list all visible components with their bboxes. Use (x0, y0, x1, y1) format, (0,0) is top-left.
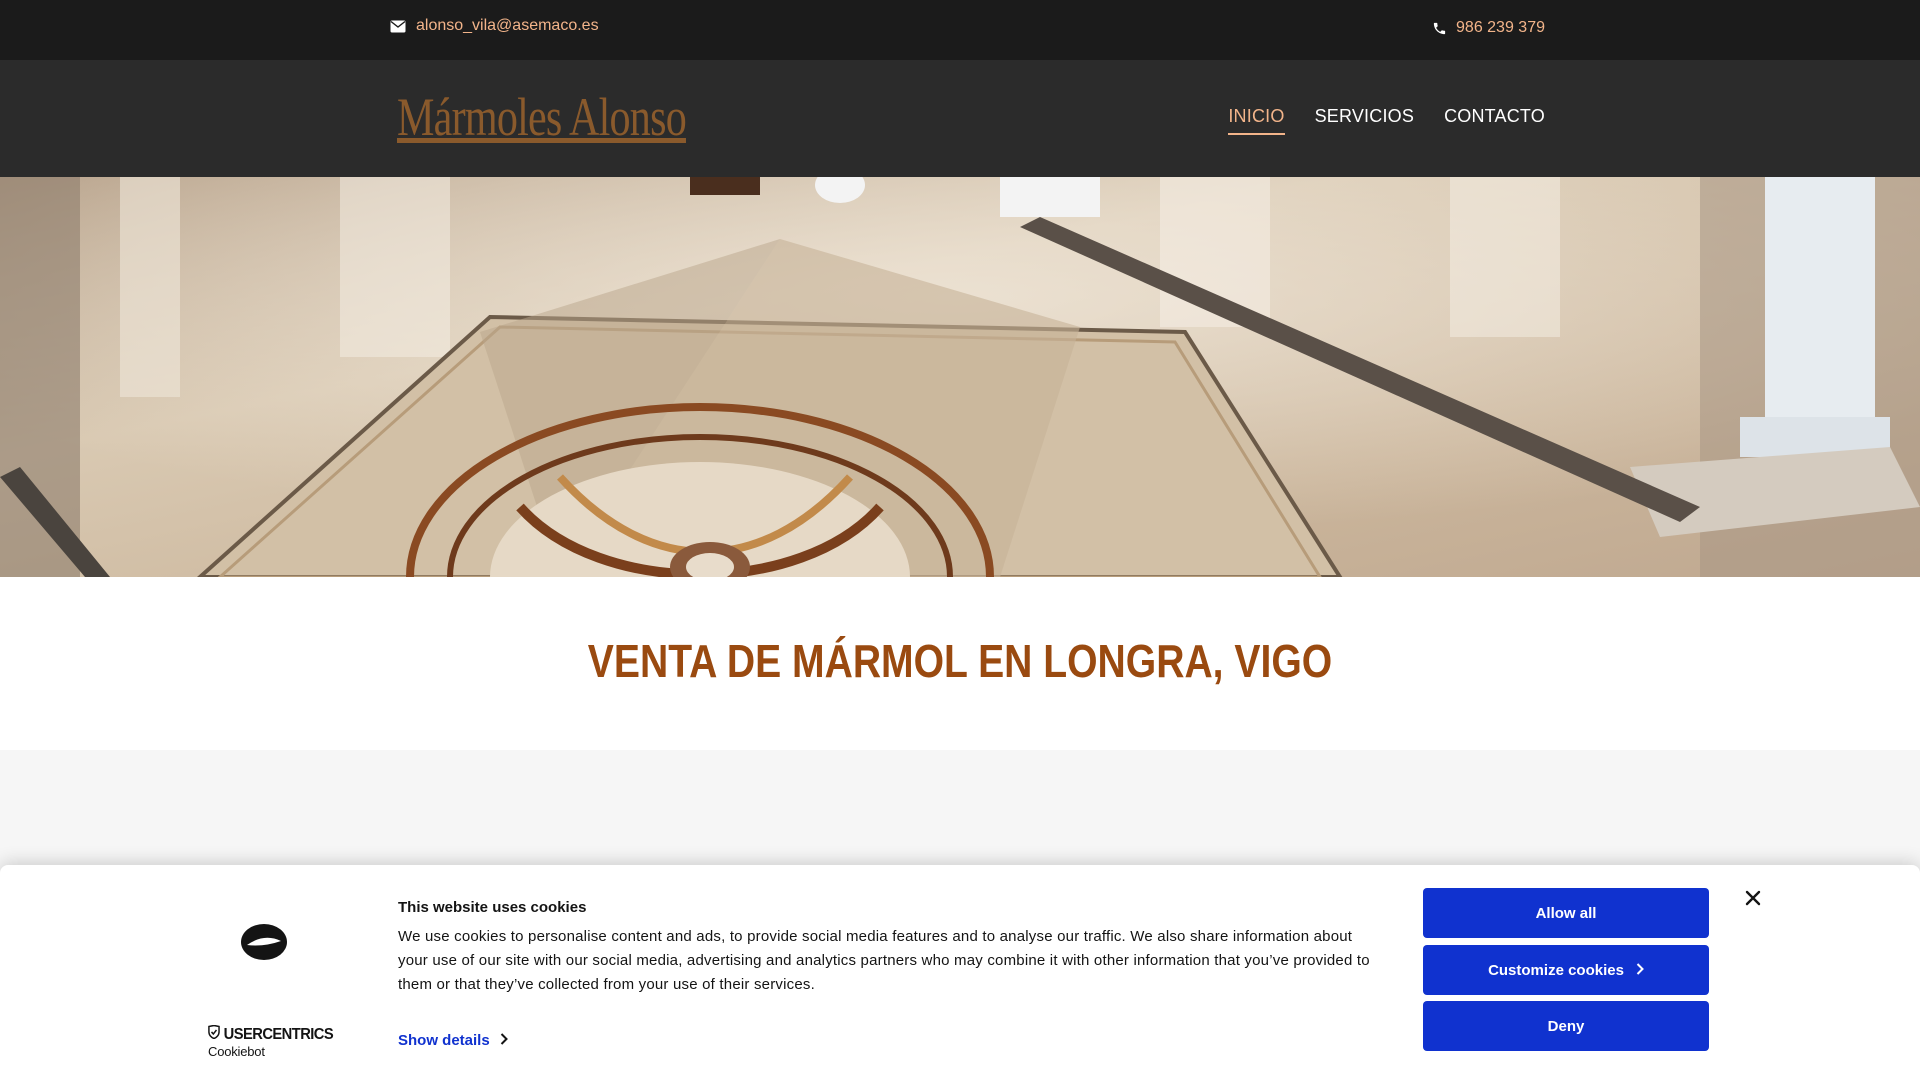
phone-icon (1432, 21, 1447, 36)
customize-label: Customize cookies (1488, 961, 1624, 979)
cookie-title: This website uses cookies (398, 899, 587, 916)
chevron-right-icon (1636, 962, 1644, 979)
nav-item-inicio[interactable]: INICIO (1228, 106, 1285, 135)
phone-link[interactable]: 986 239 379 (1432, 19, 1545, 37)
nav-item-contacto[interactable]: CONTACTO (1444, 106, 1545, 135)
allow-all-button[interactable]: Allow all (1423, 888, 1709, 938)
shield-icon (208, 1024, 220, 1044)
site-header: Mármoles Alonso INICIO SERVICIOS CONTACT… (0, 60, 1920, 177)
nav-item-servicios[interactable]: SERVICIOS (1315, 106, 1415, 135)
top-contact-bar: alonso_vila@asemaco.es 986 239 379 (0, 0, 1920, 60)
allow-all-label: Allow all (1535, 904, 1597, 922)
cookie-text: We use cookies to personalise content an… (398, 928, 1370, 993)
deny-button[interactable]: Deny (1423, 1001, 1709, 1051)
page: alonso_vila@asemaco.es 986 239 379 Mármo… (0, 0, 1920, 1080)
customize-cookies-button[interactable]: Customize cookies (1423, 945, 1709, 995)
envelope-icon (390, 20, 406, 33)
page-title: VENTA DE MÁRMOL EN LONGRA, VIGO (587, 635, 1333, 687)
email-link[interactable]: alonso_vila@asemaco.es (390, 17, 599, 35)
chevron-right-icon (500, 1032, 508, 1049)
close-icon[interactable] (1742, 887, 1764, 909)
title-section: VENTA DE MÁRMOL EN LONGRA, VIGO (0, 577, 1920, 750)
show-details-link[interactable]: Show details (398, 1032, 508, 1049)
cookiebot-logo-icon (240, 923, 288, 966)
site-logo[interactable]: Mármoles Alonso (397, 86, 687, 148)
usercentrics-brand: USERCENTRICS Cookiebot (208, 1024, 344, 1059)
phone-text: 986 239 379 (1456, 19, 1545, 36)
brand-name: USERCENTRICS (223, 1025, 334, 1043)
main-nav: INICIO SERVICIOS CONTACTO (1228, 106, 1545, 135)
email-text: alonso_vila@asemaco.es (416, 17, 599, 34)
brand-sub: Cookiebot (208, 1044, 265, 1059)
deny-label: Deny (1547, 1017, 1585, 1035)
show-details-label: Show details (398, 1032, 490, 1049)
cookie-banner: USERCENTRICS Cookiebot This website uses… (0, 865, 1920, 1080)
hero-image (0, 177, 1920, 577)
